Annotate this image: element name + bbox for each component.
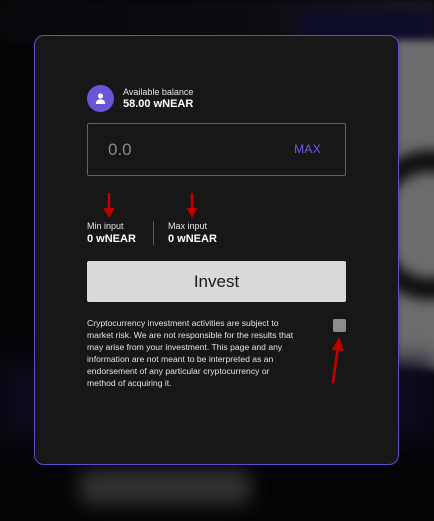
balance-row: Available balance 58.00 wNEAR (87, 85, 193, 112)
max-input-value: 0 wNEAR (168, 233, 217, 245)
risk-disclaimer: Cryptocurrency investment activities are… (87, 318, 294, 388)
max-input-label: Max input (168, 221, 208, 231)
invest-modal: Available balance 58.00 wNEAR MAX Min in… (34, 35, 399, 465)
invest-button[interactable]: Invest (87, 261, 346, 302)
annotation-arrow-down-icon (186, 193, 198, 218)
min-input-info: Min input 0 wNEAR (87, 221, 153, 246)
max-button[interactable]: MAX (294, 142, 321, 156)
min-input-value: 0 wNEAR (87, 233, 136, 245)
disclaimer-checkbox[interactable] (333, 319, 346, 332)
input-limits: Min input 0 wNEAR Max input 0 wNEAR (87, 221, 234, 246)
max-input-info: Max input 0 wNEAR (168, 221, 234, 246)
balance-value: 58.00 wNEAR (123, 97, 194, 110)
amount-input[interactable] (108, 139, 268, 161)
limits-divider (153, 221, 154, 245)
amount-field[interactable]: MAX (87, 123, 346, 176)
balance-info: Available balance 58.00 wNEAR (123, 87, 193, 111)
user-icon (87, 85, 114, 112)
annotation-arrow-down-icon (103, 193, 115, 218)
balance-label: Available balance (123, 86, 194, 97)
annotation-arrow-up-icon (331, 337, 344, 384)
min-input-label: Min input (87, 221, 124, 231)
